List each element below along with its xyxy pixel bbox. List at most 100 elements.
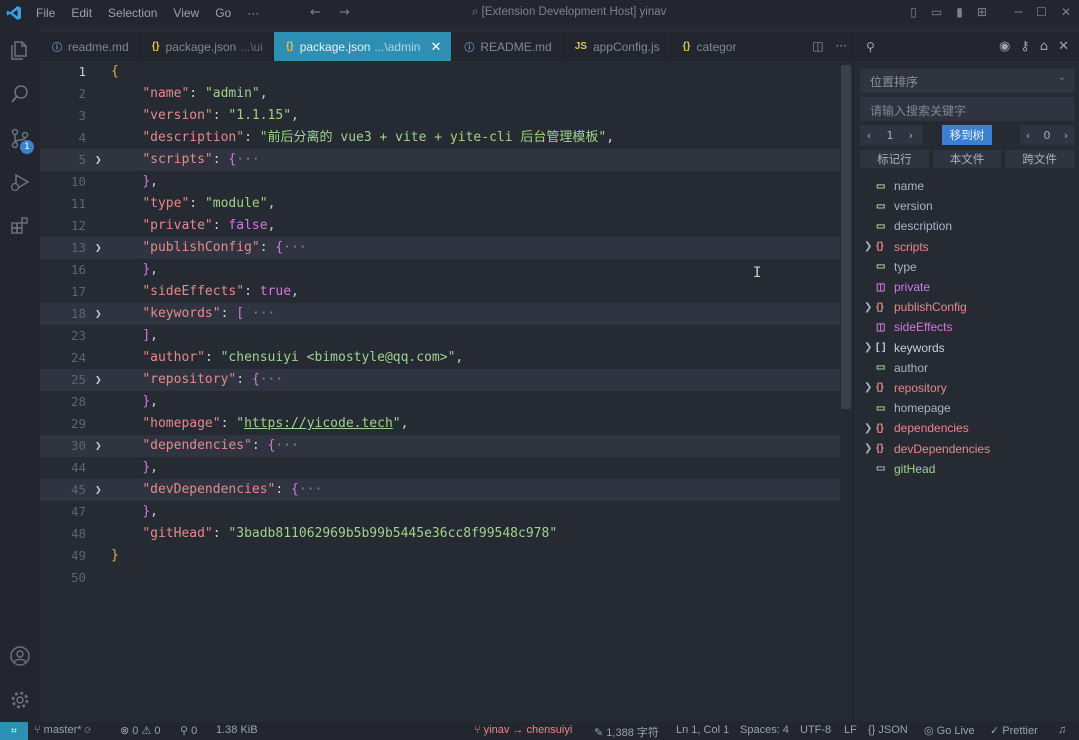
tree-item-version[interactable]: ▭version — [854, 196, 1079, 216]
tree-item-author[interactable]: ▭author — [854, 358, 1079, 378]
gear-icon[interactable] — [8, 688, 32, 712]
close-window-icon[interactable]: ✕ — [1061, 5, 1071, 19]
encoding-status[interactable]: UTF-8 — [800, 724, 831, 736]
branch-status[interactable]: ⑂ master* ⟳ — [34, 724, 91, 736]
extensions-icon[interactable] — [8, 214, 32, 238]
chevron-right-icon[interactable]: ❯ — [864, 302, 872, 313]
ports-status[interactable]: ⚲ 0 — [180, 724, 197, 737]
toggle-panel-icon[interactable]: ▭ — [931, 5, 942, 19]
tree-item-keywords[interactable]: ❯[ ]keywords — [854, 338, 1079, 358]
close-panel-icon[interactable]: ✕ — [1058, 39, 1069, 54]
mark-stepper[interactable]: ‹ 0 › — [1020, 125, 1074, 145]
fold-chevron-icon[interactable]: ❯ — [95, 303, 102, 325]
problems-status[interactable]: ⊗ 0 ⚠ 0 — [120, 724, 160, 737]
chevron-right-icon[interactable]: ❯ — [864, 241, 872, 252]
tree-item-description[interactable]: ▭description — [854, 216, 1079, 236]
fold-chevron-icon[interactable]: ❯ — [95, 369, 102, 391]
code-line[interactable]: 1{ — [40, 61, 840, 83]
menu-edit[interactable]: Edit — [63, 6, 100, 20]
sync-icon[interactable]: ⟳ — [82, 724, 92, 736]
tab-appconfig-js[interactable]: JS appConfig.js — [563, 32, 671, 61]
code-line[interactable]: 18❯ "keywords": [ ··· — [40, 303, 840, 325]
key-icon[interactable]: ⚷ — [1020, 39, 1030, 54]
code-line[interactable]: 24 "author": "chensuiyi <bimostyle@qq.co… — [40, 347, 840, 369]
keyword-search-input[interactable]: 请输入搜索关键字 — [860, 97, 1074, 121]
bell-icon[interactable]: ♫ — [1058, 724, 1066, 736]
minimize-icon[interactable]: ─ — [1015, 5, 1022, 19]
tree-item-repository[interactable]: ❯{}repository — [854, 378, 1079, 398]
fold-chevron-icon[interactable]: ❯ — [95, 149, 102, 171]
tab-package-json-ui[interactable]: {} package.json ...\ui — [140, 32, 274, 61]
menu-selection[interactable]: Selection — [100, 6, 165, 20]
remote-icon[interactable]: ⌗ — [0, 722, 28, 740]
menu-go[interactable]: Go — [207, 6, 239, 20]
code-line[interactable]: 10 }, — [40, 171, 840, 193]
code-line[interactable]: 45❯ "devDependencies": {··· — [40, 479, 840, 501]
sort-select[interactable]: 位置排序 ⌄ — [860, 69, 1074, 93]
code-line[interactable]: 17 "sideEffects": true, — [40, 281, 840, 303]
close-tab-icon[interactable]: ✕ — [430, 39, 441, 55]
command-center[interactable]: ⌕ [Extension Development Host] yinav — [472, 6, 666, 19]
code-editor[interactable]: I 1{2 "name": "admin",3 "version": "1.1.… — [40, 61, 853, 722]
tree-item-type[interactable]: ▭type — [854, 257, 1079, 277]
code-line[interactable]: 23 ], — [40, 325, 840, 347]
run-debug-icon[interactable] — [8, 170, 32, 194]
split-editor-icon[interactable]: ◫ — [812, 39, 823, 53]
move-to-tree-button[interactable]: 移到树 — [942, 125, 992, 145]
stepper-value[interactable]: 1 — [878, 129, 902, 142]
editor-scrollbar[interactable] — [841, 65, 851, 409]
tab-readme-md[interactable]: ⓘ readme.md — [40, 32, 140, 61]
language-status[interactable]: {} JSON — [868, 724, 908, 736]
cursor-position-status[interactable]: Ln 1, Col 1 — [676, 724, 729, 736]
menu-view[interactable]: View — [165, 6, 207, 20]
tree-item-dependencies[interactable]: ❯{}dependencies — [854, 418, 1079, 438]
tab-category[interactable]: {} categor — [671, 32, 747, 61]
this-file-button[interactable]: 本文件 — [933, 150, 1002, 168]
code-line[interactable]: 25❯ "repository": {··· — [40, 369, 840, 391]
chevron-right-icon[interactable]: ❯ — [864, 382, 872, 393]
code-line[interactable]: 5❯ "scripts": {··· — [40, 149, 840, 171]
code-line[interactable]: 28 }, — [40, 391, 840, 413]
pin-icon[interactable]: ⚲ — [866, 40, 875, 54]
account-circle-icon[interactable]: ◉ — [999, 39, 1010, 54]
code-line[interactable]: 29 "homepage": "https://yicode.tech", — [40, 413, 840, 435]
indentation-status[interactable]: Spaces: 4 — [740, 724, 789, 736]
cross-file-button[interactable]: 跨文件 — [1005, 150, 1074, 168]
code-line[interactable]: 11 "type": "module", — [40, 193, 840, 215]
chevron-right-icon[interactable]: › — [1058, 129, 1074, 142]
code-line[interactable]: 16 }, — [40, 259, 840, 281]
go-live-status[interactable]: ◎ Go Live — [924, 724, 975, 737]
stepper-value[interactable]: 0 — [1036, 129, 1058, 142]
code-line[interactable]: 44 }, — [40, 457, 840, 479]
line-stepper[interactable]: ‹ 1 › — [860, 125, 922, 145]
tree-item-githead[interactable]: ▭gitHead — [854, 459, 1079, 479]
menu-more[interactable]: ··· — [239, 6, 267, 20]
code-line[interactable]: 12 "private": false, — [40, 215, 840, 237]
forward-arrow-icon[interactable]: → — [339, 5, 350, 20]
code-line[interactable]: 50 — [40, 567, 840, 589]
explorer-icon[interactable] — [8, 38, 32, 62]
code-line[interactable]: 49} — [40, 545, 840, 567]
code-line[interactable]: 2 "name": "admin", — [40, 83, 840, 105]
code-line[interactable]: 3 "version": "1.1.15", — [40, 105, 840, 127]
chevron-right-icon[interactable]: › — [902, 129, 920, 142]
code-line[interactable]: 30❯ "dependencies": {··· — [40, 435, 840, 457]
prettier-status[interactable]: ✓ Prettier — [990, 724, 1038, 737]
chevron-right-icon[interactable]: ❯ — [864, 423, 872, 434]
tree-item-sideeffects[interactable]: ◫sideEffects — [854, 317, 1079, 337]
git-user-status[interactable]: ⑂ yinav → chensuiyi — [474, 724, 572, 736]
code-line[interactable]: 4 "description": "前后分离的 vue3 + vite + yi… — [40, 127, 840, 149]
chevron-right-icon[interactable]: ❯ — [864, 342, 872, 353]
fold-chevron-icon[interactable]: ❯ — [95, 479, 102, 501]
chevron-left-icon[interactable]: ‹ — [1020, 129, 1036, 142]
fold-chevron-icon[interactable]: ❯ — [95, 435, 102, 457]
back-arrow-icon[interactable]: ← — [310, 5, 321, 20]
more-actions-icon[interactable]: ··· — [836, 39, 847, 53]
search-icon[interactable] — [8, 82, 32, 106]
code-line[interactable]: 48 "gitHead": "3badb811062969b5b99b5445e… — [40, 523, 840, 545]
chevron-left-icon[interactable]: ‹ — [860, 129, 878, 142]
tab-package-json-admin[interactable]: {} package.json ...\admin ✕ — [274, 32, 452, 61]
toggle-secondary-sidebar-icon[interactable]: ▮ — [956, 5, 963, 19]
home-icon[interactable]: ⌂ — [1040, 39, 1048, 54]
toggle-sidebar-icon[interactable]: ▯ — [910, 5, 917, 19]
